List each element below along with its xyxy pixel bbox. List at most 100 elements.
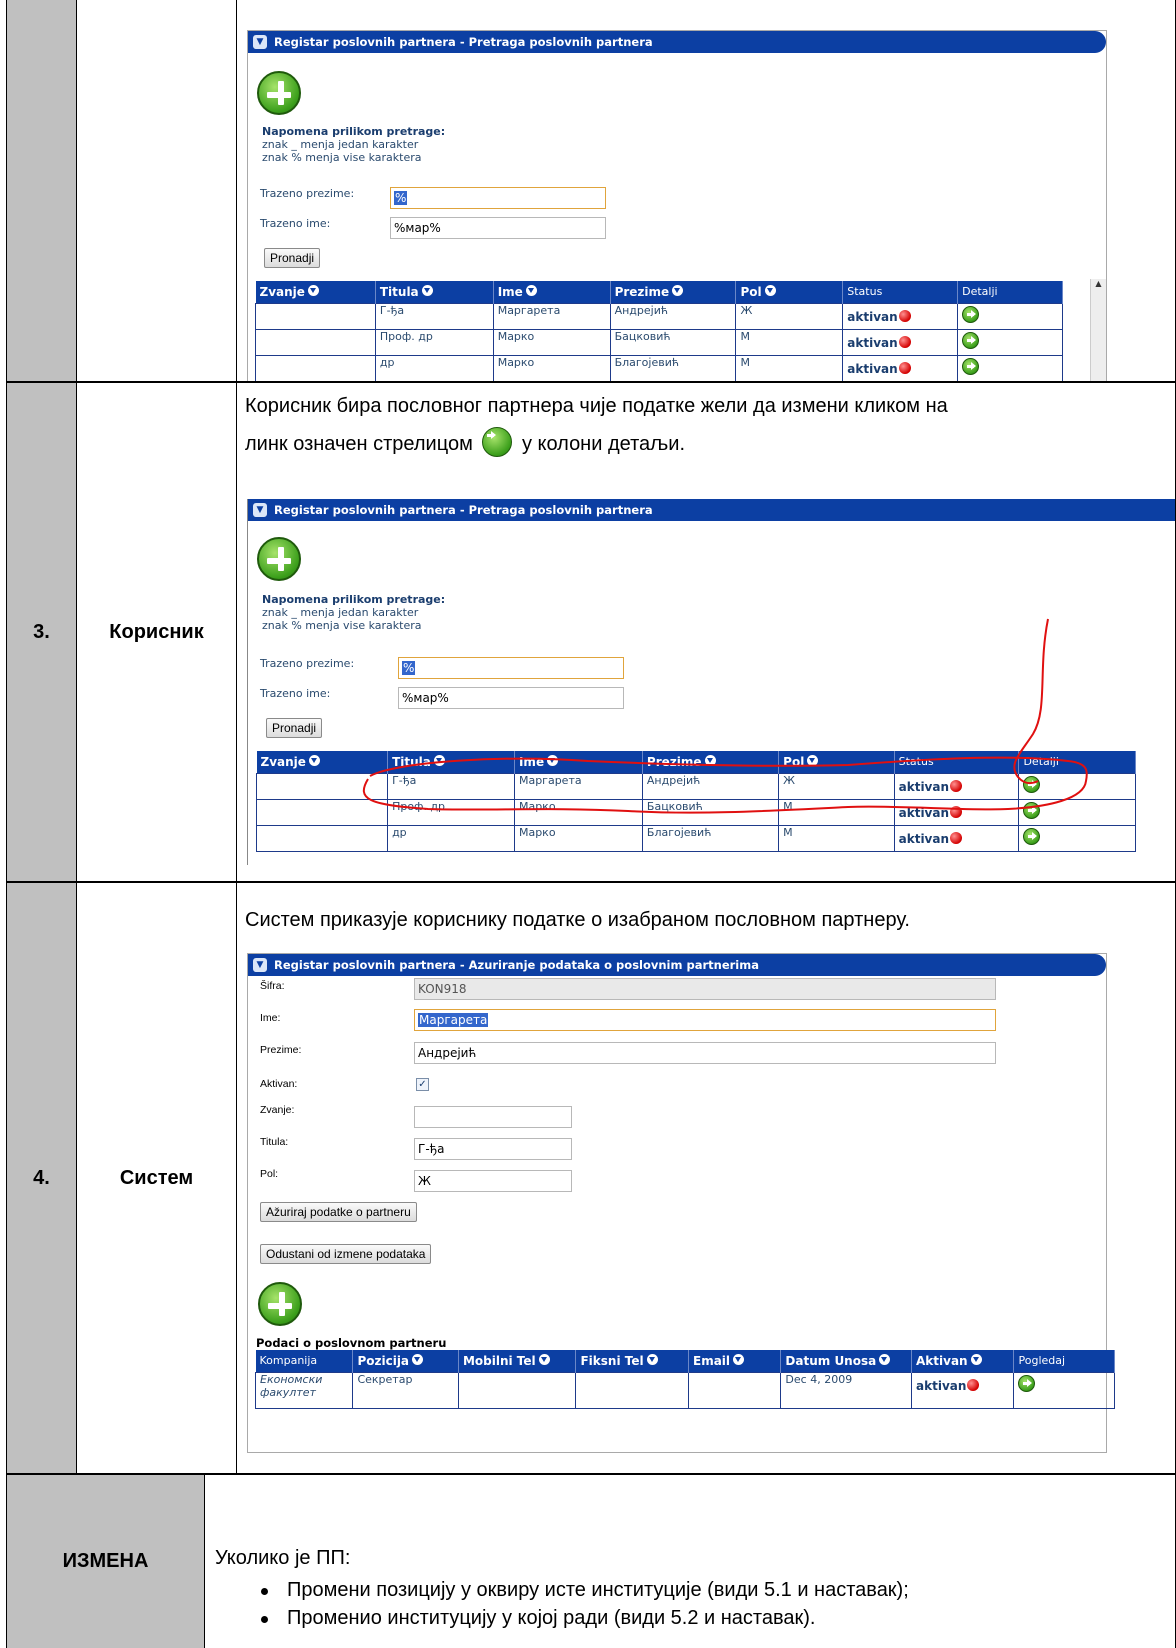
sort-icon[interactable] [879,1353,891,1365]
col-aktivan[interactable]: Aktivan [911,1350,1015,1372]
row-continuation: ▼ Registar poslovnih partnera - Pretraga … [6,0,1176,382]
collapse-icon[interactable]: ▼ [253,958,267,972]
prezime-field[interactable]: Андрејић [414,1042,996,1064]
actor-name: Корисник [77,383,237,881]
col-pozicija[interactable]: Pozicija [352,1350,459,1372]
green-arrow-icon [482,427,513,457]
search-screenshot-1: ▼ Registar poslovnih partnera - Pretraga … [247,30,1107,381]
sort-icon[interactable] [525,284,537,296]
bullet-icon [261,1588,268,1595]
col-email[interactable]: Email [688,1350,782,1372]
col-ime[interactable]: Ime [493,281,611,303]
titula-field[interactable]: Г-ђа [414,1138,572,1160]
sort-icon[interactable] [672,284,684,296]
sort-icon[interactable] [412,1353,424,1365]
panel-header: ▼ Registar poslovnih partnera - Azuriranj… [248,954,1106,976]
update-partner-button[interactable]: Ažuriraj podatke o partneru [260,1202,417,1222]
col-pogledaj: Pogledaj [1013,1350,1115,1372]
name-input[interactable]: %мар% [390,217,606,239]
prezime-label: Prezime: [260,1044,302,1056]
panel-title: Registar poslovnih partnera - Azuriranje… [274,958,759,972]
col-prezime[interactable]: Prezime [610,281,737,303]
col-titula[interactable]: Titula [375,281,494,303]
table-row: Г-ђа Маргарета Андрејић Ж aktivan [255,302,1063,330]
col-fiksni[interactable]: Fiksni Tel [575,1350,689,1372]
status-dot-icon [898,361,911,374]
update-screenshot: ▼ Registar poslovnih partnera - Azuriranj… [247,953,1115,1453]
step-3-text-line-2a: линк означен стрелицом [245,433,473,455]
ime-field[interactable]: Маргарета [414,1009,996,1031]
surname-label: Trazeno prezime: [260,187,355,200]
actor-cell-empty [77,0,237,381]
pol-field[interactable]: Ж [414,1170,572,1192]
sifra-label: Šifra: [260,980,285,992]
zvanje-label: Zvanje: [260,1104,295,1116]
col-datum[interactable]: Datum Unosa [780,1350,913,1372]
search-screenshot-2: ▼ Registar poslovnih partnera - Pretraga … [247,499,1175,865]
note-line-2: znak % menja vise karaktera [262,151,422,164]
step-number: 4. [7,883,77,1473]
search-button[interactable]: Pronadji [264,248,321,268]
status-dot-icon [967,1378,980,1391]
col-mobilni[interactable]: Mobilni Tel [458,1350,577,1372]
note-title: Napomena prilikom pretrage: [262,125,446,138]
actor-name: Систем [77,883,237,1473]
table-row: Економски факултет Секретар Dec 4, 2009 … [254,1371,1115,1409]
document-page: ▼ Registar poslovnih partnera - Pretraga … [0,0,1176,1648]
partner-table: Kompanija Pozicija Mobilni Tel Fiksni Te… [254,1350,1115,1409]
add-icon[interactable] [257,71,301,115]
status-text: aktivan [847,309,898,324]
details-arrow-icon[interactable] [962,331,980,349]
continuation-body: ▼ Registar poslovnih partnera - Pretraga … [237,0,1175,381]
change-label: ИЗМЕНА [62,1550,149,1572]
sort-icon[interactable] [733,1353,745,1365]
panel-header: ▼ Registar poslovnih partnera - Pretraga … [248,31,1106,53]
bullet-icon [261,1616,268,1623]
partner-section-title: Podaci o poslovnom partneru [256,1336,447,1350]
panel-title: Registar poslovnih partnera - Pretraga p… [274,35,653,49]
aktivan-label: Aktivan: [260,1078,298,1090]
details-arrow-icon[interactable] [962,305,980,323]
view-arrow-icon[interactable] [1018,1374,1036,1392]
step-3-text: Корисник бира пословног партнера чије по… [237,387,1175,463]
row-change: ИЗМЕНА Уколико је ПП: Промени позицију у… [6,1474,1176,1648]
col-pol[interactable]: Pol [735,281,844,303]
aktivan-checkbox[interactable]: ✓ [416,1078,429,1091]
status-text: aktivan [916,1378,967,1393]
col-zvanje[interactable]: Zvanje [255,281,376,303]
change-item-1: Промени позицију у оквиру исте институци… [287,1579,909,1601]
step-3-text-line-1: Корисник бира пословног партнера чије по… [245,395,948,417]
step-4-text: Систем приказује кориснику податке о иза… [245,909,910,931]
sort-icon[interactable] [538,1353,550,1365]
red-annotation-mark [362,618,1088,814]
sort-icon[interactable] [646,1353,658,1365]
scrollbar[interactable]: ▲ [1090,279,1106,381]
status-text: aktivan [847,361,898,376]
change-body: Уколико је ПП: Промени позицију у оквиру… [205,1475,1175,1648]
zvanje-field[interactable] [414,1106,572,1128]
col-status: Status [842,281,959,303]
sifra-field: KON918 [414,978,996,1000]
status-dot-icon [898,309,911,322]
change-intro: Уколико је ПП: [215,1547,351,1569]
table-row: Проф. др Марко Бацковић М aktivan [255,328,1063,356]
details-arrow-icon[interactable] [962,357,980,375]
change-label-cell: ИЗМЕНА [7,1475,205,1648]
change-item-2: Променио институцију у којој ради (види … [287,1607,816,1629]
sort-icon[interactable] [764,284,776,296]
cancel-update-button[interactable]: Odustani od izmene podataka [260,1244,432,1264]
col-kompanija: Kompanija [255,1350,354,1372]
row-step-3: 3. Корисник Корисник бира пословног парт… [6,382,1176,882]
sort-icon[interactable] [421,284,433,296]
add-icon[interactable] [258,1282,302,1326]
pol-label: Pol: [260,1168,279,1180]
collapse-icon[interactable]: ▼ [253,35,267,49]
step-4-body: Систем приказује кориснику податке о иза… [237,883,1175,1473]
surname-input[interactable]: % [390,187,606,209]
step-3-body: Корисник бира пословног партнера чије по… [237,383,1175,881]
titula-label: Titula: [260,1136,289,1148]
table-row: др Марко Благојевић М aktivan [255,354,1063,381]
sort-icon[interactable] [970,1353,982,1365]
sort-icon[interactable] [307,284,319,296]
status-dot-icon [898,335,911,348]
